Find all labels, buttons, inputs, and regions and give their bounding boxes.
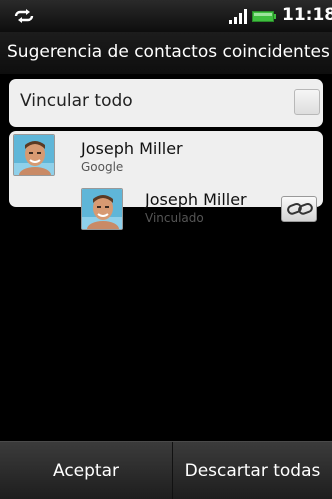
sync-icon (14, 9, 34, 23)
contact-name: Joseph Miller (81, 139, 183, 158)
battery-icon (252, 11, 276, 22)
contact-account: Google (81, 160, 124, 174)
status-time: 11:18 (282, 5, 332, 25)
bottom-action-bar: Aceptar Descartar todas (0, 441, 332, 499)
unlink-button[interactable] (281, 196, 317, 222)
contact-avatar (13, 134, 55, 176)
title-bar: Sugerencia de contactos coincidentes (0, 32, 332, 74)
signal-icon (229, 9, 247, 24)
accept-button[interactable]: Aceptar (0, 442, 172, 499)
person-photo-icon (14, 135, 54, 175)
link-all-row[interactable]: Vincular todo (9, 79, 323, 127)
link-all-checkbox[interactable] (294, 89, 320, 115)
dismiss-all-button[interactable]: Descartar todas (173, 442, 332, 499)
linked-contact-status: Vinculado (145, 211, 204, 225)
link-chain-icon (287, 202, 313, 215)
page-title: Sugerencia de contactos coincidentes (7, 42, 330, 62)
link-all-label: Vincular todo (20, 91, 133, 111)
person-photo-icon (82, 189, 122, 229)
linked-contact-avatar (81, 188, 123, 230)
linked-contact-name: Joseph Miller (145, 190, 247, 209)
status-bar: 11:18 (0, 0, 332, 32)
